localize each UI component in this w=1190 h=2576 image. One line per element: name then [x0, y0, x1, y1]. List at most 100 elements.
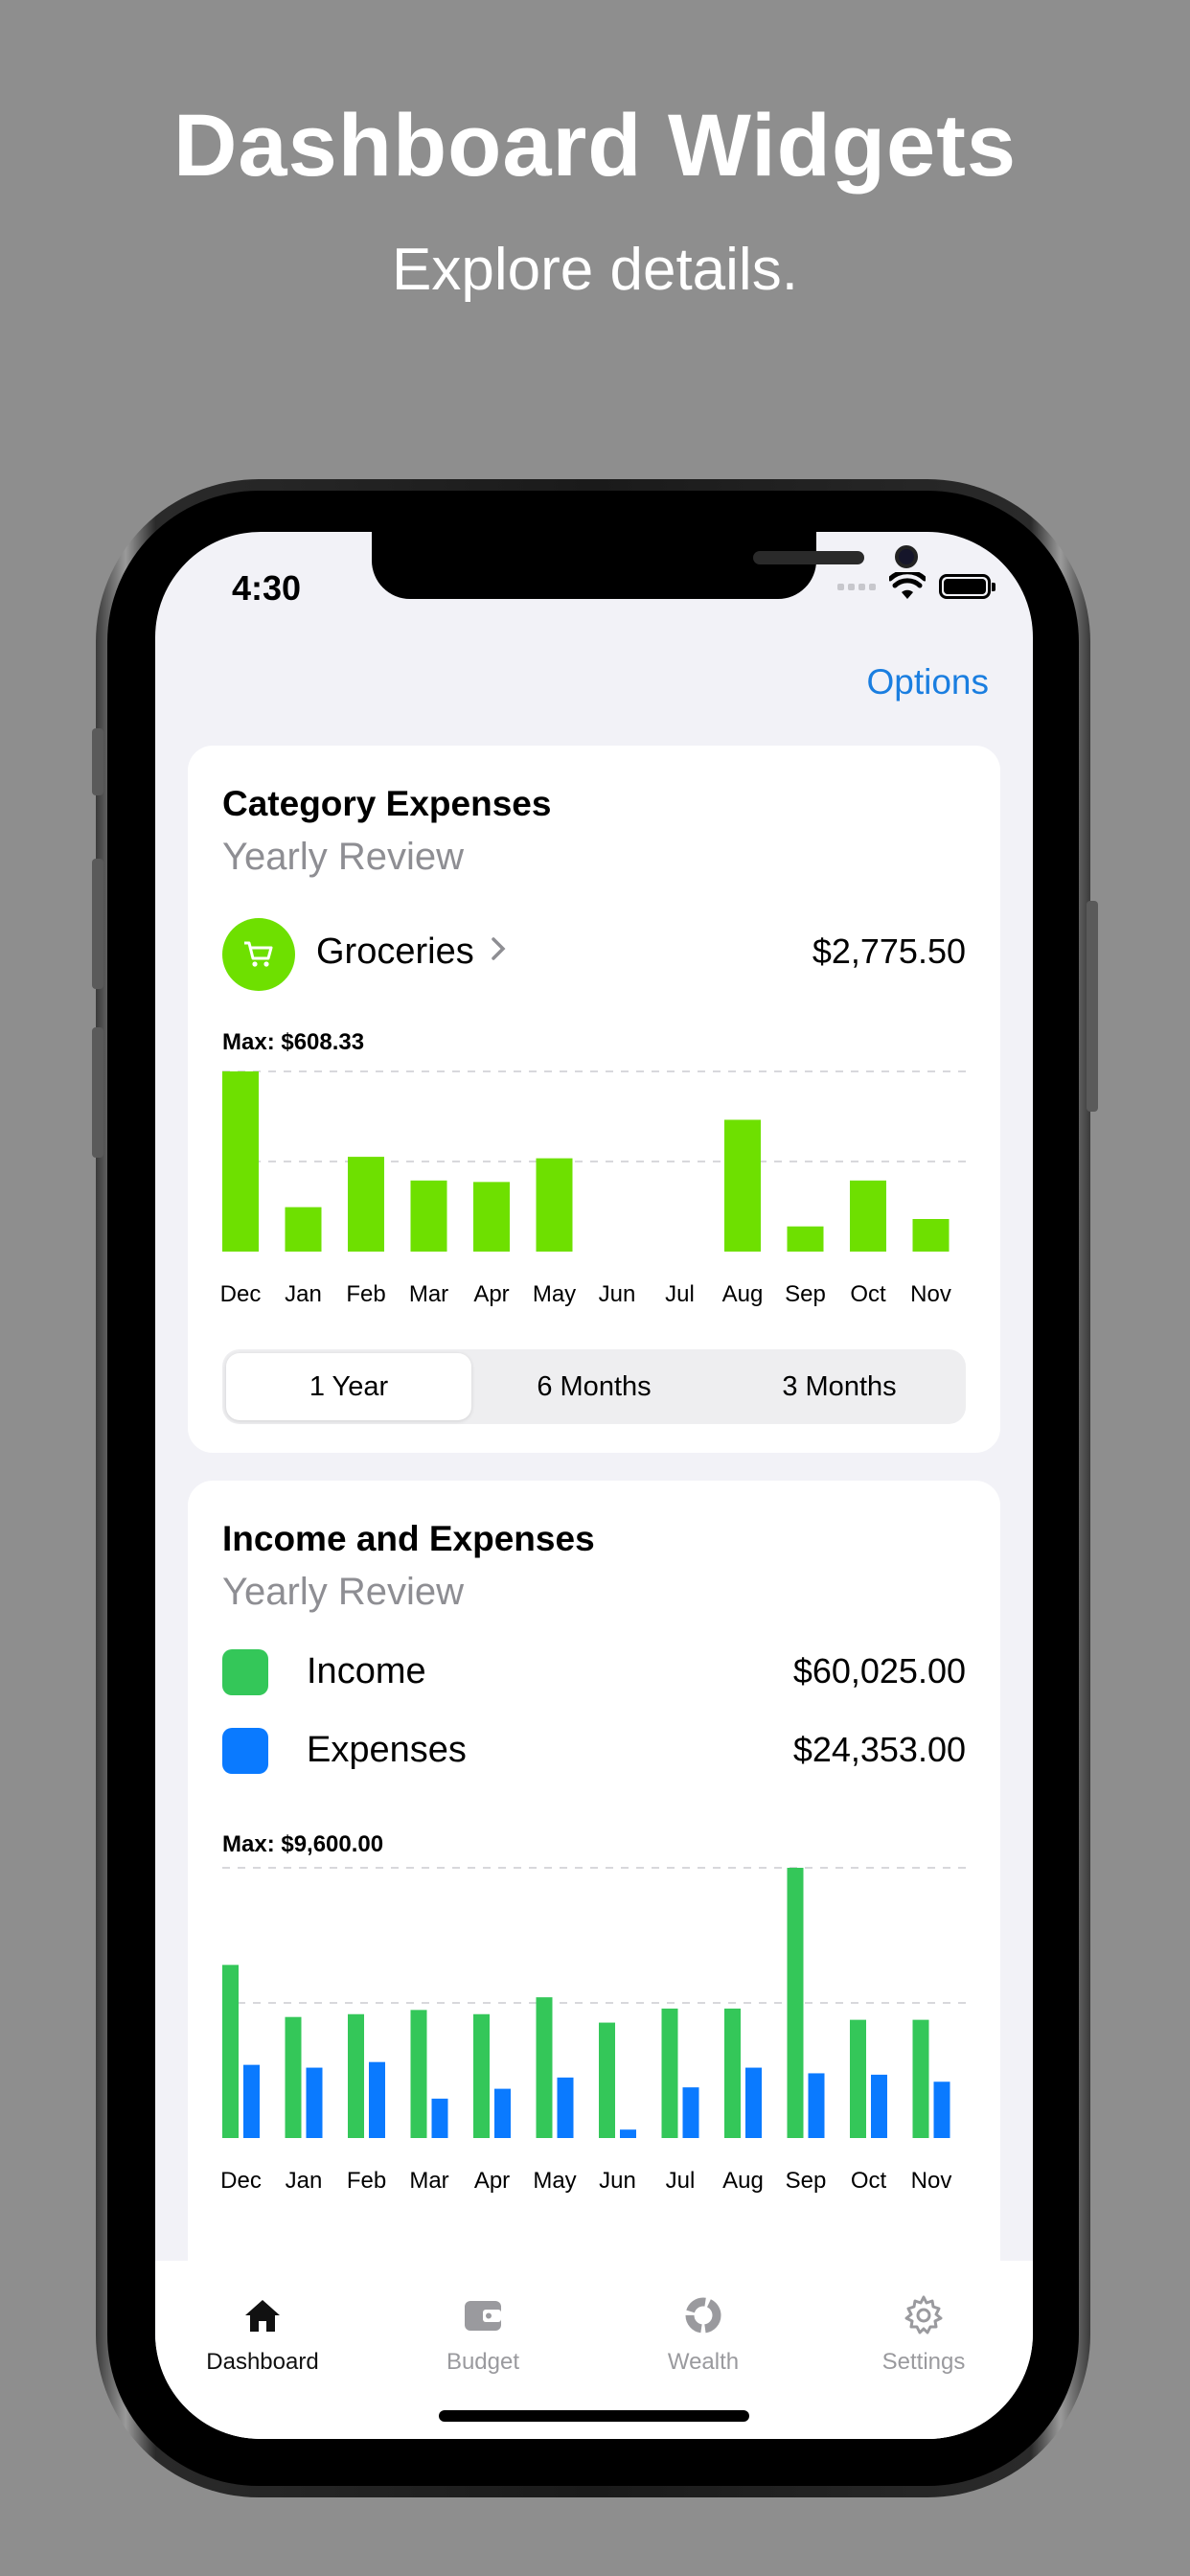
bar-income-oct [850, 2019, 866, 2138]
battery-icon [939, 574, 995, 599]
x-tick-label: May [533, 1281, 576, 1307]
shopping-cart-icon [222, 918, 295, 991]
options-button[interactable]: Options [866, 662, 989, 702]
mute-switch [92, 728, 103, 795]
bar-mar [410, 1180, 447, 1252]
bar-income-dec [222, 1965, 239, 2138]
x-tick-label: Jul [666, 2168, 696, 2194]
bar-income-nov [912, 2019, 929, 2138]
x-tick-label: Jan [285, 1281, 322, 1307]
tab-dashboard[interactable]: Dashboard [186, 2289, 339, 2376]
category-bar-chart: Dec Jan Feb Mar Apr May Jun Jul Aug Sep Oct Nov [220, 1070, 966, 1307]
card-title: Income and Expenses [222, 1519, 595, 1558]
bar-income-jun [599, 2022, 615, 2138]
bar-jan [285, 1207, 322, 1252]
tab-settings[interactable]: Settings [847, 2289, 1000, 2376]
bar-feb [348, 1157, 384, 1252]
bar-nov [912, 1219, 950, 1252]
x-tick-label: Jul [665, 1281, 695, 1307]
legend-value-income: $60,025.00 [792, 1651, 966, 1690]
gear-icon [847, 2289, 1000, 2341]
bar-income-sep [787, 1868, 804, 2138]
legend-swatch-income [222, 1649, 268, 1695]
x-tick-label: Sep [785, 1281, 826, 1307]
tab-wealth[interactable]: Wealth [627, 2289, 780, 2376]
x-tick-label: Jun [599, 1281, 636, 1307]
bar-income-feb [348, 2013, 364, 2138]
bar-expenses-nov [933, 2082, 950, 2138]
bar-dec [222, 1071, 259, 1252]
x-tick-label: Nov [910, 1281, 951, 1307]
bar-income-jul [661, 2008, 678, 2138]
cellular-signal-icon [837, 583, 876, 590]
category-amount: $2,775.50 [812, 932, 966, 971]
income-max-label: Max: $9,600.00 [222, 1831, 384, 1857]
x-tick-label: Sep [786, 2168, 827, 2194]
bar-aug [724, 1119, 761, 1252]
x-tick-label: Oct [851, 2168, 887, 2194]
bar-oct [850, 1180, 886, 1252]
card-subtitle: Yearly Review [222, 836, 464, 878]
card-title: Category Expenses [222, 784, 552, 823]
x-tick-label: Mar [409, 2168, 448, 2194]
bar-expenses-aug [745, 2067, 762, 2138]
status-time: 4:30 [232, 568, 302, 608]
bar-may [536, 1158, 573, 1252]
income-expenses-bar-chart: Dec Jan Feb Mar Apr May Jun Jul Aug Sep Oct Nov [220, 1867, 966, 2194]
legend-name-income: Income [307, 1651, 426, 1691]
notch [372, 532, 918, 599]
volume-up-button [92, 859, 103, 989]
segment-1-year[interactable]: 1 Year [226, 1353, 471, 1420]
power-button [1087, 901, 1098, 1112]
bar-expenses-dec [243, 2064, 260, 2138]
bar-income-jan [285, 2016, 302, 2138]
legend-name-expenses: Expenses [307, 1730, 467, 1770]
tab-label: Wealth [667, 2349, 740, 2375]
legend-value-expenses: $24,353.00 [792, 1730, 966, 1769]
x-tick-label: Dec [220, 2168, 262, 2194]
tab-budget[interactable]: Budget [406, 2289, 560, 2376]
category-max-label: Max: $608.33 [222, 1029, 365, 1055]
phone-screen: 4:30 Options Category Expenses Yearly Re… [155, 532, 1033, 2439]
bar-income-aug [724, 2008, 741, 2138]
bar-expenses-apr [494, 2088, 511, 2138]
front-camera [895, 545, 918, 568]
x-tick-label: May [533, 2168, 576, 2194]
home-indicator [439, 2410, 749, 2422]
category-expenses-card: Category Expenses Yearly Review Grocerie… [188, 746, 1000, 1453]
status-icons [837, 572, 995, 601]
x-tick-label: Mar [409, 1281, 448, 1307]
x-tick-label: Jan [286, 2168, 323, 2194]
bar-expenses-sep [808, 2073, 825, 2138]
x-tick-label: Feb [346, 1281, 385, 1307]
category-name: Groceries [316, 932, 474, 972]
tab-label: Dashboard [206, 2349, 319, 2375]
bar-sep [787, 1226, 824, 1252]
wallet-icon [406, 2289, 560, 2341]
x-tick-label: Aug [722, 1281, 764, 1307]
x-tick-label: Apr [473, 1281, 509, 1307]
tab-label: Budget [446, 2349, 520, 2375]
bar-expenses-feb [369, 2061, 385, 2138]
hero-title: Dashboard Widgets [172, 97, 1018, 195]
x-tick-label: Oct [850, 1281, 886, 1307]
bar-expenses-may [557, 2077, 574, 2138]
segment-3-months[interactable]: 3 Months [717, 1353, 962, 1420]
volume-down-button [92, 1027, 103, 1158]
x-tick-label: Nov [911, 2168, 952, 2194]
period-segmented-control: 1 Year 6 Months 3 Months [222, 1349, 966, 1424]
bar-expenses-jul [682, 2087, 699, 2138]
chevron-right-icon [491, 932, 508, 973]
bar-income-mar [410, 2010, 427, 2138]
segment-6-months[interactable]: 6 Months [471, 1353, 717, 1420]
legend-swatch-expenses [222, 1728, 268, 1774]
pie-ring-icon [627, 2289, 780, 2341]
hero-subtitle: Explore details. [392, 237, 798, 303]
bar-expenses-mar [431, 2098, 448, 2138]
bar-expenses-oct [871, 2074, 887, 2138]
house-icon [186, 2289, 339, 2341]
wifi-icon [889, 572, 926, 599]
speaker-grille [753, 551, 864, 564]
bar-expenses-jan [306, 2067, 323, 2138]
tab-label: Settings [881, 2349, 966, 2375]
